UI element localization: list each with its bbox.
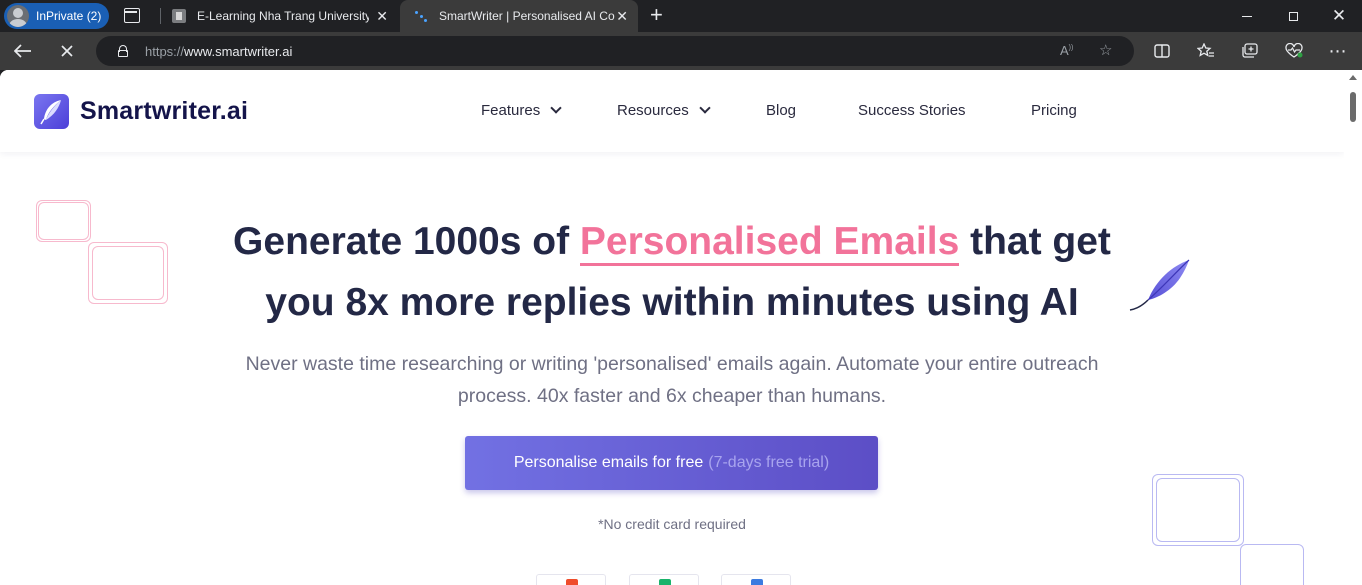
tab-separator: [160, 8, 161, 24]
hero-subtitle-line2: process. 40x faster and 6x cheaper than …: [457, 385, 887, 407]
page-scrollbar[interactable]: [1344, 70, 1362, 585]
tab-title: SmartWriter | Personalised AI Co: [439, 9, 615, 23]
page-viewport: Smartwriter.ai Features Resources Blog S…: [0, 70, 1362, 585]
url-host: www.smartwriter.ai: [184, 44, 293, 59]
review-site-logo-icon: [751, 579, 763, 585]
review-badge-capterra[interactable]: [629, 574, 699, 585]
browser-essentials-icon[interactable]: [1281, 38, 1307, 64]
capterra-logo-icon: [659, 579, 671, 585]
chevron-down-icon: [699, 102, 711, 114]
tab-title: E-Learning Nha Trang University: [197, 9, 369, 23]
url-text[interactable]: https://www.smartwriter.ai: [145, 44, 292, 59]
collections-icon[interactable]: [1237, 38, 1263, 64]
nav-success-stories[interactable]: Success Stories: [858, 102, 966, 119]
browser-tab-bar: InPrivate (2) E-Learning Nha Trang Unive…: [0, 0, 1362, 32]
minimize-button[interactable]: [1224, 0, 1270, 32]
more-icon[interactable]: ⋯: [1325, 38, 1351, 64]
nav-features[interactable]: Features: [481, 102, 562, 119]
split-screen-icon[interactable]: [1149, 38, 1175, 64]
headline-prefix: Generate 1000s of: [233, 220, 580, 263]
minimize-icon: [1242, 15, 1252, 17]
url-protocol: https://: [145, 44, 185, 59]
smartwriter-logo-icon[interactable]: [34, 94, 69, 129]
cta-main-label: Personalise emails for free: [513, 454, 704, 471]
nav-features-label: Features: [481, 102, 541, 119]
logo-text[interactable]: Smartwriter.ai: [80, 97, 248, 126]
site-header: Smartwriter.ai Features Resources Blog S…: [0, 70, 1344, 152]
decorative-square: [1240, 544, 1304, 585]
close-tab-icon[interactable]: ✕: [376, 9, 388, 23]
personalise-emails-cta-button[interactable]: Personalise emails for free (7-days free …: [465, 436, 878, 490]
hero-subtitle-line1: Never waste time researching or writing …: [245, 353, 1099, 375]
close-window-button[interactable]: ✕: [1316, 0, 1362, 32]
nav-resources[interactable]: Resources: [617, 102, 711, 119]
close-tab-icon[interactable]: ✕: [616, 9, 628, 23]
restore-button[interactable]: [1270, 0, 1316, 32]
nav-blog[interactable]: Blog: [766, 102, 796, 119]
favorites-icon[interactable]: [1193, 38, 1219, 64]
lock-icon[interactable]: [118, 45, 128, 57]
read-aloud-icon[interactable]: A)): [1060, 43, 1073, 58]
decorative-square: [1156, 478, 1240, 542]
elearning-favicon-icon: [172, 9, 186, 23]
inprivate-profile-button[interactable]: InPrivate (2): [4, 3, 109, 29]
tab-actions-icon[interactable]: [124, 8, 140, 23]
address-bar[interactable]: https://www.smartwriter.ai A)) ☆: [96, 36, 1134, 66]
no-credit-card-note: *No credit card required: [598, 516, 746, 532]
back-icon[interactable]: [10, 38, 36, 64]
feather-icon: [1129, 259, 1190, 311]
scroll-up-icon[interactable]: [1349, 75, 1357, 80]
restore-icon: [1288, 11, 1298, 21]
review-badge-g2[interactable]: [536, 574, 606, 585]
browser-toolbar: https://www.smartwriter.ai A)) ☆ ⋯: [0, 32, 1362, 70]
nav-resources-label: Resources: [617, 102, 689, 119]
favorite-star-icon[interactable]: ☆: [1099, 41, 1112, 59]
profile-avatar-icon: [7, 5, 29, 27]
stop-loading-icon[interactable]: [54, 38, 80, 64]
scrollbar-thumb[interactable]: [1350, 92, 1356, 122]
nav-pricing[interactable]: Pricing: [1031, 102, 1077, 119]
new-tab-button[interactable]: +: [650, 4, 663, 26]
profile-label: InPrivate (2): [36, 9, 102, 23]
review-badge-review-site[interactable]: [721, 574, 791, 585]
tab-elearning[interactable]: E-Learning Nha Trang University ✕: [162, 0, 398, 32]
tab-smartwriter[interactable]: SmartWriter | Personalised AI Co ✕: [400, 0, 638, 32]
smartwriter-favicon-icon: [414, 9, 428, 23]
headline-suffix: that get: [959, 220, 1111, 263]
headline-highlight: Personalised Emails: [579, 220, 960, 266]
cta-trial-label: (7-days free trial): [708, 454, 830, 471]
chevron-down-icon: [550, 102, 562, 114]
g2-logo-icon: [566, 579, 578, 585]
